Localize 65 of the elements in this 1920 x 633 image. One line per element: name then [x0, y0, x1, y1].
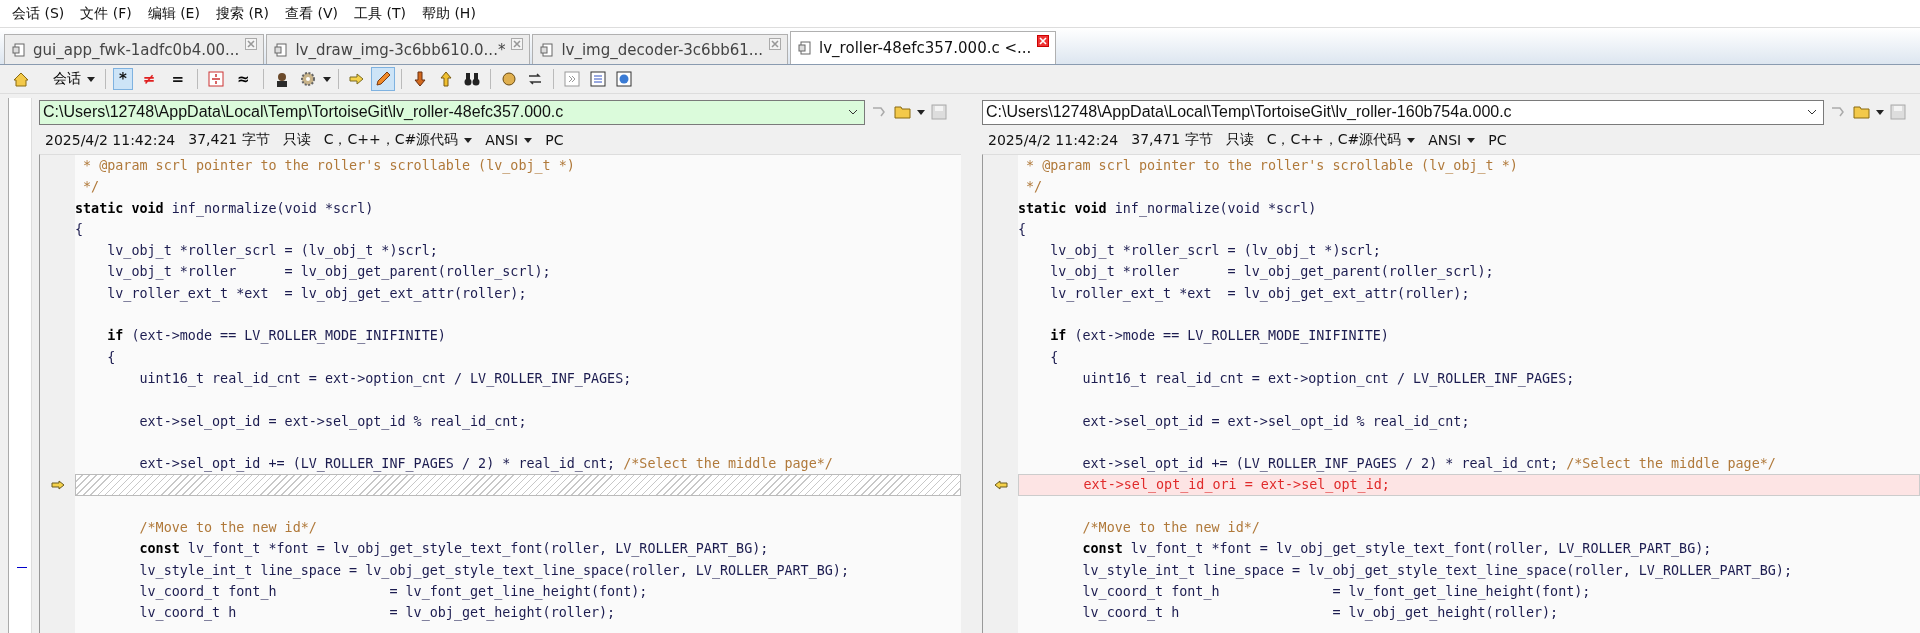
code-line: lv_style_int_t line_space = lv_obj_get_style_text_line_space(roller, LV_ROLLER_PART_BG); [138, 562, 849, 578]
code-line: { [106, 349, 116, 365]
code-line: lv_coord_t font_h = lv_font_get_line_height(font); [1081, 583, 1591, 599]
code-line: lv_obj_t *roller = lv_obj_get_parent(roller_scrl); [106, 264, 551, 280]
code-line: lv_roller_ext_t *ext = lv_obj_get_ext_attr(roller); [106, 285, 527, 301]
code-line: ext->sel_opt_id += (LV_ROLLER_INF_PAGES / 2) * real_id_cnt; /*Select the middle page*/ [1081, 456, 1776, 472]
code-line: { [75, 221, 84, 237]
menu-item[interactable]: 帮助 (H) [413, 4, 484, 23]
encoding-dropdown[interactable]: ANSI [485, 132, 533, 148]
menu-item[interactable]: 工具 (T) [346, 4, 414, 23]
encoding-dropdown[interactable]: ANSI [1428, 132, 1476, 148]
language-dropdown[interactable]: C，C++，C#源代码 [323, 131, 473, 149]
code-line: */ [82, 179, 100, 195]
file-tab[interactable]: lv_draw_img-3c6bb610.0...* [266, 34, 531, 64]
code-line: lv_style_int_t line_space = lv_obj_get_style_text_line_space(roller, LV_ROLLER_PART_BG); [1081, 562, 1792, 578]
approx-button[interactable]: ≈ [231, 68, 256, 90]
code-line: ext->sel_opt_id_ori = ext->sel_opt_id; [1082, 477, 1390, 493]
code-line: if (ext->mode == LV_ROLLER_MODE_INIFINITE) [106, 328, 446, 344]
code-line: static void inf_normalize(void *scrl) [1018, 200, 1317, 216]
code-line: lv_obj_t *roller_scrl = (lv_obj_t *)scrl; [106, 243, 438, 259]
code-line: ext->sel_opt_id = ext->sel_opt_id % real_id_cnt; [138, 413, 527, 429]
code-line: */ [1025, 179, 1043, 195]
code-line: { [1049, 349, 1059, 365]
filter-button[interactable]: = [165, 68, 190, 90]
menu-item[interactable]: 查看 (V) [277, 4, 346, 23]
code-line: { [1018, 221, 1027, 237]
code-line: uint16_t real_id_cnt = ext->option_cnt / LV_ROLLER_INF_PAGES; [138, 370, 632, 386]
line-ending-label: PC [1488, 132, 1507, 148]
line-ending-label: PC [545, 132, 564, 148]
file-size: 37,421 字节 [188, 131, 270, 149]
file-tab[interactable]: lv_img_decoder-3c6bb61... [532, 34, 789, 64]
code-line: if (ext->mode == LV_ROLLER_MODE_INIFINITE) [1049, 328, 1389, 344]
code-line: lv_obj_t *roller_scrl = (lv_obj_t *)scrl; [1049, 243, 1381, 259]
menu-item[interactable]: 编辑 (E) [139, 4, 208, 23]
file-path-field[interactable]: C:\Users\12748\AppData\Local\Temp\TortoiseGit\lv_roller-160b754a.000.c [982, 99, 1824, 125]
file-tab[interactable]: gui_app_fwk-1adfc0b4.00... [4, 34, 265, 64]
readonly-label: 只读 [282, 131, 311, 149]
code-line: ext->sel_opt_id = ext->sel_opt_id % real_id_cnt; [1081, 413, 1470, 429]
code-line: lv_coord_t font_h = lv_font_get_line_height(font); [138, 583, 648, 599]
menu-item[interactable]: 搜索 (R) [207, 4, 278, 23]
code-line: static void inf_normalize(void *scrl) [75, 200, 374, 216]
code-line: lv_roller_ext_t *ext = lv_obj_get_ext_attr(roller); [1049, 285, 1470, 301]
code-line: lv_coord_t h = lv_obj_get_height(roller); [1081, 605, 1559, 621]
code-line: * @param scrl pointer to the roller's scrollable (lv_obj_t *) [1025, 158, 1518, 173]
code-line: const lv_font_t *font = lv_obj_get_style_text_font(roller, LV_ROLLER_PART_BG); [138, 541, 769, 557]
code-line: * @param scrl pointer to the roller's scrollable (lv_obj_t *) [82, 158, 575, 173]
file-size: 37,471 字节 [1131, 131, 1213, 149]
menu-item[interactable]: 文件 (F) [72, 4, 140, 23]
code-line: /*Move to the new id*/ [138, 520, 317, 536]
session-dropdown[interactable]: 会话 [36, 68, 98, 90]
filter-button[interactable]: * [113, 68, 133, 90]
code-line: const lv_font_t *font = lv_obj_get_style_text_font(roller, LV_ROLLER_PART_BG); [1081, 541, 1712, 557]
file-path-field[interactable]: C:\Users\12748\AppData\Local\Temp\TortoiseGit\lv_roller-48efc357.000.c [39, 99, 865, 125]
code-line: lv_coord_t h = lv_obj_get_height(roller); [138, 605, 616, 621]
code-line: ext->sel_opt_id += (LV_ROLLER_INF_PAGES / 2) * real_id_cnt; /*Select the middle page*/ [138, 456, 833, 472]
file-tab[interactable]: lv_roller-48efc357.000.c <... [790, 31, 1057, 64]
code-line: /*Move to the new id*/ [1081, 520, 1260, 536]
menu-item[interactable]: 会话 (S) [4, 4, 73, 23]
filter-button[interactable]: ≠ [136, 68, 162, 90]
readonly-label: 只读 [1225, 131, 1254, 149]
file-date: 2025/4/2 11:42:24 [988, 132, 1119, 148]
language-dropdown[interactable]: C，C++，C#源代码 [1266, 131, 1416, 149]
code-line: uint16_t real_id_cnt = ext->option_cnt / LV_ROLLER_INF_PAGES; [1081, 370, 1575, 386]
file-date: 2025/4/2 11:42:24 [45, 132, 176, 148]
code-line: lv_obj_t *roller = lv_obj_get_parent(roller_scrl); [1049, 264, 1494, 280]
